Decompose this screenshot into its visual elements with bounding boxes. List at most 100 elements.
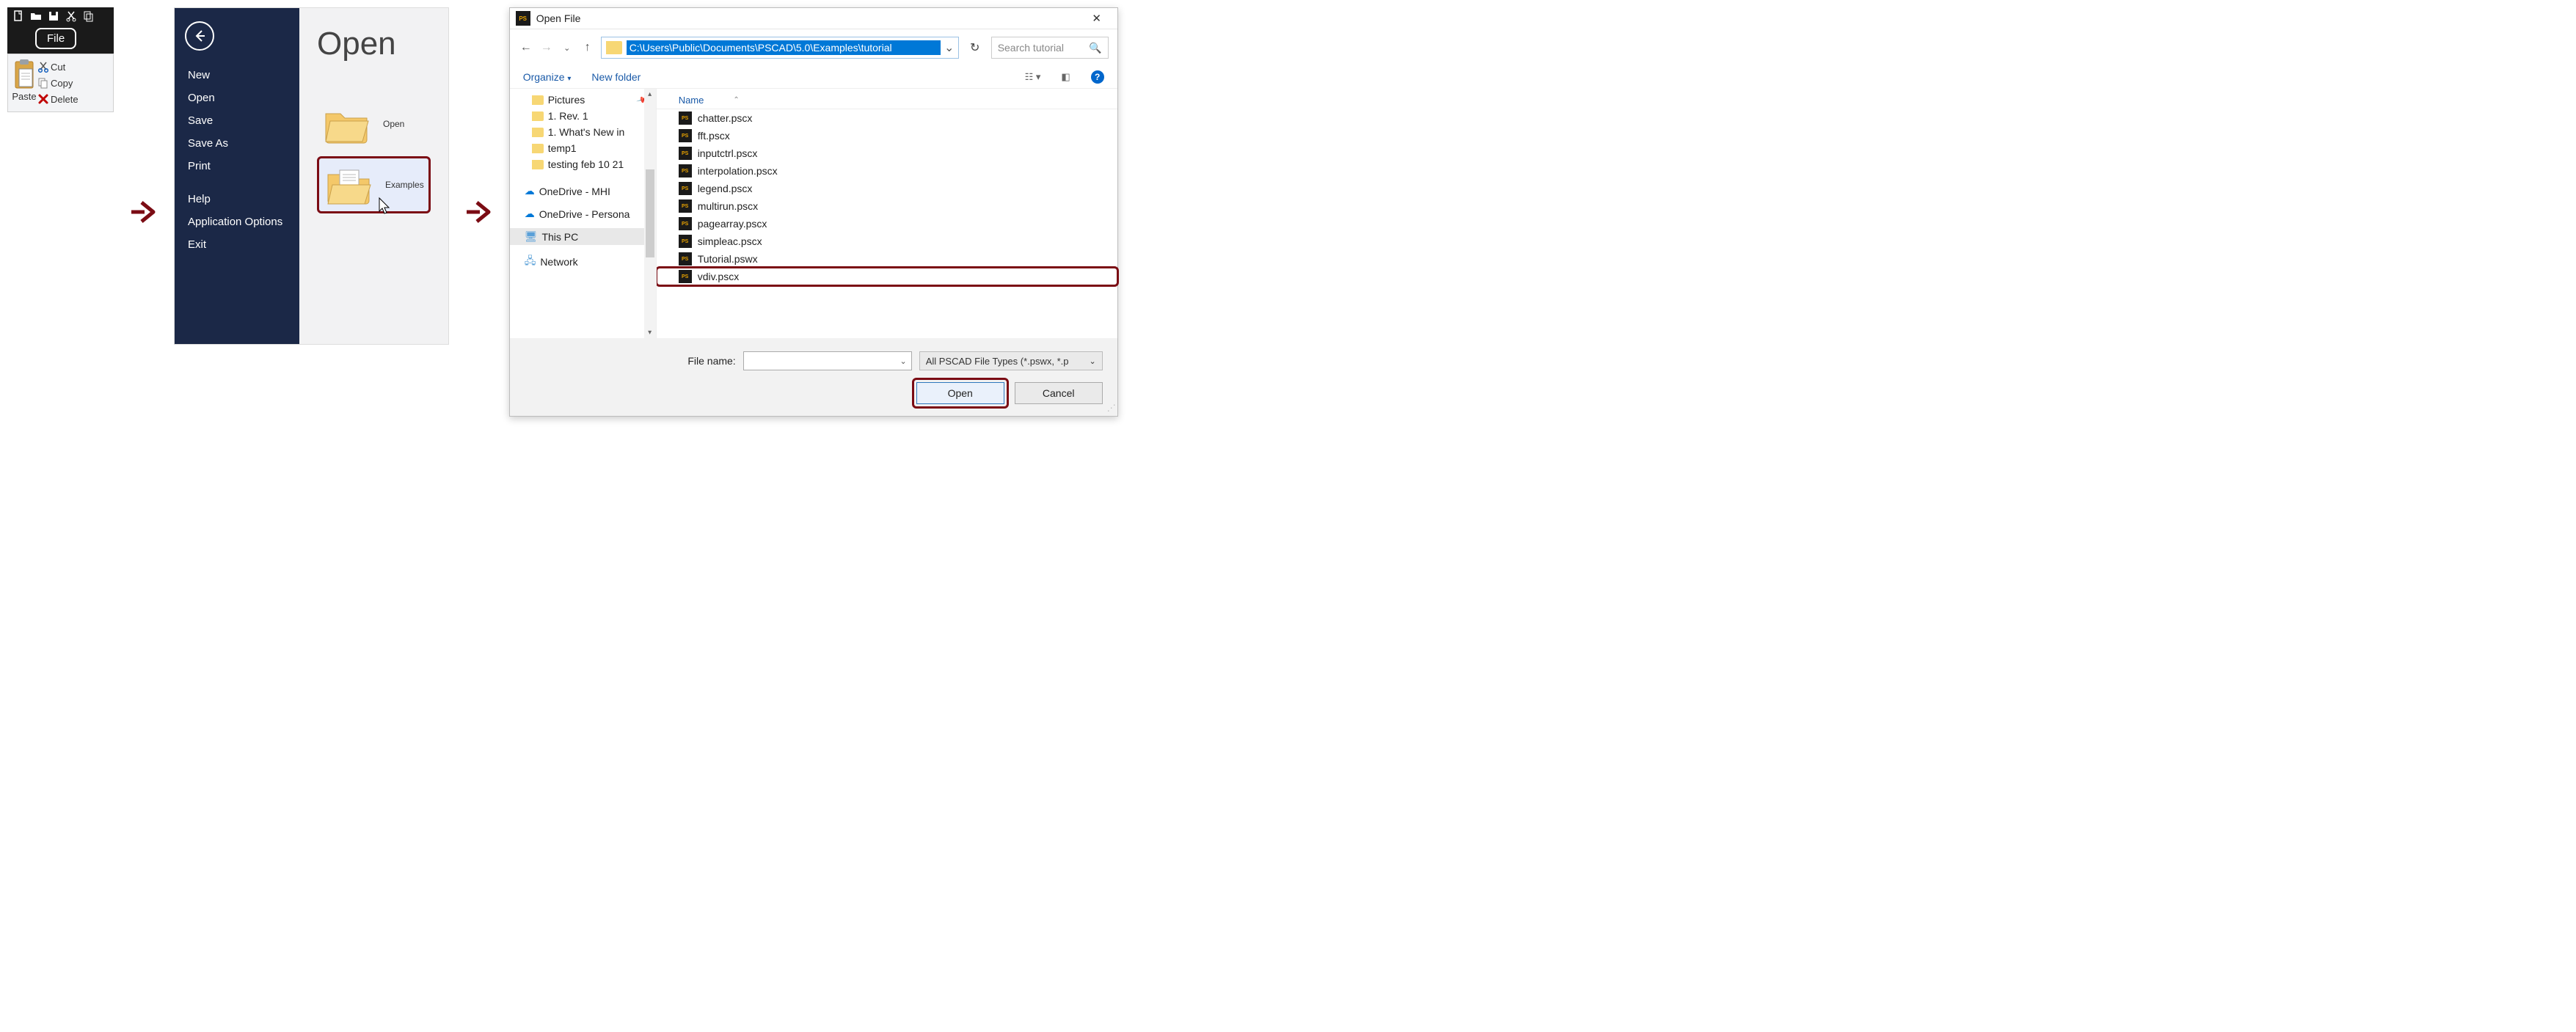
tree-item[interactable]: 🖥This PC: [510, 228, 656, 245]
tree-item[interactable]: Pictures📌: [510, 92, 656, 108]
clipboard-group: Paste Cut Copy Delete: [7, 54, 114, 112]
file-list[interactable]: Name ⌃ PSchatter.pscx PS fft.pscx PSinputct…: [657, 89, 1117, 338]
tree-item[interactable]: 🖧 Network: [510, 251, 656, 273]
pscad-file-icon: PS: [679, 129, 692, 142]
chevron-down-icon[interactable]: ⌄: [1089, 356, 1095, 366]
column-header[interactable]: Name ⌃: [657, 92, 1117, 109]
tree-label: OneDrive - MHI: [539, 186, 610, 197]
file-row[interactable]: PSmultirun.pscx: [657, 197, 1117, 215]
tree-item[interactable]: ☁ OneDrive - Persona: [510, 205, 656, 222]
paste-button[interactable]: Paste: [11, 59, 37, 107]
qat-cut-icon[interactable]: [65, 10, 78, 22]
file-row[interactable]: PSchatter.pscx: [657, 109, 1117, 127]
file-row[interactable]: PSpagearray.pscx: [657, 215, 1117, 233]
copy-icon: [37, 77, 49, 89]
backstage-menu-open[interactable]: Open: [175, 87, 299, 109]
tree-item[interactable]: 1. Rev. 1: [510, 108, 656, 124]
view-options-button[interactable]: ☷ ▾: [1025, 71, 1041, 83]
ribbon-snippet: File Paste Cut Copy: [7, 7, 114, 112]
nav-forward-button[interactable]: →: [539, 41, 554, 54]
arrow-left-icon: [192, 29, 207, 43]
file-row[interactable]: PSinputctrl.pscx: [657, 144, 1117, 162]
nav-back-button[interactable]: ←: [519, 41, 533, 54]
examples-item-label: Examples: [385, 180, 424, 190]
address-dropdown-icon[interactable]: ⌄: [941, 40, 958, 55]
tree-label: Network: [540, 256, 577, 268]
flow-arrow-icon: [128, 197, 159, 227]
file-name: Tutorial.pswx: [698, 253, 758, 265]
file-name: fft.pscx: [698, 130, 730, 142]
filename-input[interactable]: ⌄: [743, 351, 912, 370]
filetype-text: All PSCAD File Types (*.pswx, *.p: [926, 356, 1090, 367]
help-button[interactable]: ?: [1091, 70, 1104, 84]
search-input[interactable]: Search tutorial 🔍: [991, 37, 1109, 59]
file-row[interactable]: PSsimpleac.pscx: [657, 233, 1117, 250]
name-column[interactable]: Name: [679, 95, 704, 106]
scroll-down-icon[interactable]: ▾: [644, 329, 656, 337]
open-examples-item[interactable]: Examples: [317, 156, 431, 213]
backstage-menu-new[interactable]: New: [175, 64, 299, 87]
filetype-select[interactable]: All PSCAD File Types (*.pswx, *.p⌄: [919, 351, 1103, 370]
network-icon: 🖧: [525, 253, 536, 271]
file-name: vdiv.pscx: [698, 271, 740, 282]
tree-item[interactable]: testing feb 10 21: [510, 156, 656, 172]
tree-label: testing feb 10 21: [548, 158, 624, 170]
nav-up-button[interactable]: ↑: [580, 41, 595, 54]
backstage-menu-print[interactable]: Print: [175, 155, 299, 178]
scroll-up-icon[interactable]: ▴: [644, 90, 656, 98]
cut-button[interactable]: Cut: [37, 59, 79, 75]
backstage-menu-exit[interactable]: Exit: [175, 233, 299, 256]
file-row[interactable]: PSinterpolation.pscx: [657, 162, 1117, 180]
folder-icon: [606, 41, 622, 54]
open-project-item[interactable]: Open: [317, 92, 431, 156]
copy-button[interactable]: Copy: [37, 75, 79, 91]
qat-new-icon[interactable]: [12, 10, 25, 22]
file-row[interactable]: PSvdiv.pscx: [657, 268, 1117, 285]
back-button[interactable]: [185, 21, 214, 51]
sort-indicator-icon: ⌃: [733, 96, 739, 104]
qat-open-icon[interactable]: [29, 10, 43, 22]
file-name: pagearray.pscx: [698, 218, 767, 230]
address-bar[interactable]: C:\Users\Public\Documents\PSCAD\5.0\Exam…: [601, 37, 959, 59]
cloud-icon: ☁: [525, 208, 535, 220]
folder-icon: [532, 128, 544, 137]
cut-label: Cut: [51, 62, 65, 73]
flow-arrow-icon: [464, 197, 495, 227]
close-button[interactable]: ✕: [1082, 12, 1112, 25]
tree-label: OneDrive - Persona: [539, 208, 630, 220]
chevron-down-icon[interactable]: ⌄: [900, 356, 906, 366]
refresh-button[interactable]: ↻: [965, 40, 985, 55]
preview-pane-button[interactable]: ◧: [1061, 71, 1070, 83]
tree-scrollbar[interactable]: ▴ ▾: [644, 89, 656, 338]
scroll-thumb[interactable]: [646, 169, 654, 257]
new-folder-button[interactable]: New folder: [591, 71, 641, 83]
cancel-button[interactable]: Cancel: [1015, 382, 1103, 404]
tree-item[interactable]: ☁OneDrive - MHI: [510, 183, 656, 200]
backstage-menu-save[interactable]: Save: [175, 109, 299, 132]
file-row[interactable]: PSlegend.pscx: [657, 180, 1117, 197]
tree-item[interactable]: 1. What's New in: [510, 124, 656, 140]
delete-button[interactable]: Delete: [37, 91, 79, 107]
paste-label: Paste: [12, 91, 36, 102]
folder-examples-icon: [324, 163, 376, 207]
file-row[interactable]: PS fft.pscx: [657, 127, 1117, 144]
folder-tree[interactable]: Pictures📌 1. Rev. 1 1. What's New intemp1 t…: [510, 89, 657, 338]
tree-label: 1. Rev. 1: [548, 110, 588, 122]
tree-item[interactable]: temp1: [510, 140, 656, 156]
nav-recent-dropdown[interactable]: ⌄: [560, 43, 574, 53]
resize-grip-icon[interactable]: ⋰: [1107, 403, 1114, 413]
pscad-file-icon: PS: [679, 252, 692, 266]
pscad-file-icon: PS: [679, 200, 692, 213]
organize-menu[interactable]: Organize ▾: [523, 71, 572, 83]
dialog-titlebar: PS Open File ✕: [510, 8, 1117, 29]
file-row[interactable]: PS Tutorial.pswx: [657, 250, 1117, 268]
address-path: C:\Users\Public\Documents\PSCAD\5.0\Exam…: [627, 40, 941, 55]
backstage-menu-application-options[interactable]: Application Options: [175, 211, 299, 233]
search-icon: 🔍: [1089, 42, 1101, 54]
qat-copy-icon[interactable]: [82, 10, 95, 22]
backstage-menu-save-as[interactable]: Save As: [175, 132, 299, 155]
pc-icon: 🖥: [525, 230, 538, 243]
backstage-menu-help[interactable]: Help: [175, 188, 299, 211]
qat-save-icon[interactable]: [47, 10, 60, 22]
file-tab[interactable]: File: [35, 28, 76, 49]
